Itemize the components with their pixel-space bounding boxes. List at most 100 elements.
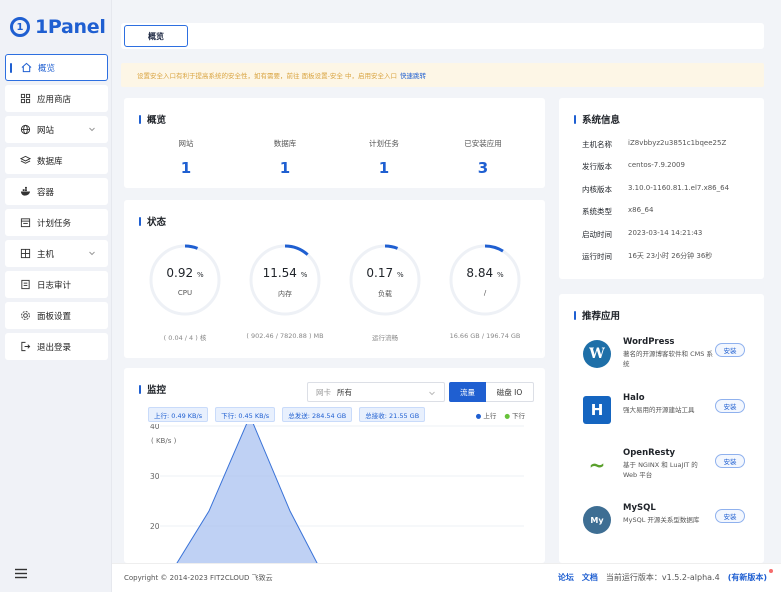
quick-jump-link[interactable]: 快速跳转 bbox=[400, 70, 426, 80]
sidebar: 1 1Panel 概览 应用商店 网站 数据库 容器 计划任务 主机 日志审计 … bbox=[0, 0, 112, 592]
recommended-apps-card: 推荐应用 W WordPress 著名的开源博客软件和 CMS 系统 安装 H … bbox=[559, 294, 764, 563]
logout-icon bbox=[19, 341, 31, 353]
halo-icon: H bbox=[583, 396, 611, 424]
overview-value: 3 bbox=[477, 159, 489, 177]
collapse-menu-icon[interactable] bbox=[14, 568, 28, 579]
recommended-apps-title: 推荐应用 bbox=[574, 308, 620, 322]
sidebar-item-label: 网站 bbox=[37, 125, 55, 136]
sidebar-item-settings[interactable]: 面板设置 bbox=[5, 302, 108, 329]
sidebar-item-label: 概览 bbox=[38, 63, 56, 74]
server-icon bbox=[19, 248, 31, 260]
app-card-halo[interactable]: H Halo 强大易用的开源建站工具 安装 bbox=[579, 393, 755, 443]
chart-legend: 上行 下行 bbox=[476, 410, 525, 420]
traffic-toggle[interactable]: 流量 bbox=[449, 382, 486, 402]
home-icon bbox=[20, 62, 32, 74]
app-desc: 强大易用的开源建站工具 bbox=[623, 406, 695, 414]
gauge-value: 0.92 % bbox=[147, 266, 223, 280]
grid-icon bbox=[19, 93, 31, 105]
app-card-openresty[interactable]: ~ OpenResty 基于 NGINX 和 LuaJIT 的 Web 平台 安… bbox=[579, 448, 755, 498]
legend-upload[interactable]: 上行 bbox=[476, 410, 496, 420]
load-detail: 运行流畅 bbox=[372, 334, 398, 342]
install-button[interactable]: 安装 bbox=[715, 343, 745, 357]
app-desc: 著名的开源博客软件和 CMS 系统 bbox=[623, 350, 713, 368]
new-version-link[interactable]: (有新版本) bbox=[728, 569, 774, 583]
overview-label: 计划任务 bbox=[369, 139, 399, 148]
gauge-label: 负载 bbox=[378, 290, 392, 298]
mysql-icon: My bbox=[583, 506, 611, 534]
overview-database[interactable]: 数据库 1 bbox=[235, 138, 335, 177]
sidebar-item-label: 数据库 bbox=[37, 156, 63, 167]
logo-text: 1Panel bbox=[35, 16, 106, 38]
gauge-unit: % bbox=[300, 271, 308, 279]
sysinfo-boot-time: 启动时间 2023-03-14 14:21:43 bbox=[582, 229, 702, 240]
overview-cron[interactable]: 计划任务 1 bbox=[334, 138, 434, 177]
y-tick-label: 20 bbox=[150, 522, 160, 531]
copyright: Copyright © 2014-2023 FIT2CLOUD 飞致云 bbox=[124, 574, 273, 582]
app-name: OpenResty bbox=[623, 448, 676, 458]
overview-label: 数据库 bbox=[273, 139, 297, 148]
sidebar-item-label: 主机 bbox=[37, 249, 55, 260]
install-button[interactable]: 安装 bbox=[715, 399, 745, 413]
app-card-wordpress[interactable]: W WordPress 著名的开源博客软件和 CMS 系统 安装 bbox=[579, 337, 755, 387]
version-number: v1.5.2-alpha.4 bbox=[661, 573, 720, 582]
logo[interactable]: 1 1Panel bbox=[10, 16, 106, 38]
sidebar-item-label: 容器 bbox=[37, 187, 55, 198]
sysinfo-kernel: 内核版本 3.10.0-1160.81.1.el7.x86_64 bbox=[582, 184, 729, 195]
y-tick-label: 30 bbox=[150, 472, 160, 481]
monitor-toggle: 流量 磁盘 IO bbox=[449, 382, 534, 402]
cpu-detail: ( 0.04 / 4 ) 核 bbox=[163, 334, 207, 342]
cpu-gauge: 0.92 % CPU bbox=[147, 242, 223, 318]
gauge-ring bbox=[349, 244, 421, 316]
tab-overview[interactable]: 概览 bbox=[124, 25, 188, 47]
total-received-chip: 总接收: 21.55 GB bbox=[359, 407, 426, 422]
gauge-ring bbox=[149, 244, 221, 316]
traffic-chart: ( KB/s ) 20 30 40 bbox=[150, 424, 524, 563]
sidebar-item-appstore[interactable]: 应用商店 bbox=[5, 85, 108, 112]
gauge-unit: % bbox=[396, 271, 404, 279]
docker-icon bbox=[19, 186, 31, 198]
nic-select[interactable]: 网卡 所有 bbox=[307, 382, 445, 402]
disk-io-toggle[interactable]: 磁盘 IO bbox=[486, 382, 534, 402]
sysinfo-distro: 发行版本 centos-7.9.2009 bbox=[582, 161, 685, 172]
app-name: MySQL bbox=[623, 503, 656, 513]
overview-value: 1 bbox=[378, 159, 390, 177]
legend-download[interactable]: 下行 bbox=[504, 410, 525, 420]
chevron-down-icon bbox=[89, 127, 95, 132]
total-sent-chip: 总发送: 284.54 GB bbox=[282, 407, 353, 422]
sidebar-item-website[interactable]: 网站 bbox=[5, 116, 108, 143]
install-button[interactable]: 安装 bbox=[715, 454, 745, 468]
chevron-down-icon bbox=[89, 251, 95, 256]
sysinfo-hostname: 主机名称 iZ8vbbyz2u3851c1bqee25Z bbox=[582, 139, 726, 150]
install-button[interactable]: 安装 bbox=[715, 509, 745, 523]
sysinfo-value: x86_64 bbox=[628, 206, 654, 214]
traffic-stats: 上行: 0.49 KB/s 下行: 0.45 KB/s 总发送: 284.54 … bbox=[148, 407, 426, 422]
overview-title: 概览 bbox=[139, 112, 166, 126]
sidebar-item-label: 计划任务 bbox=[37, 218, 72, 229]
version-info: 当前运行版本：v1.5.2-alpha.4 bbox=[606, 572, 720, 583]
sidebar-item-database[interactable]: 数据库 bbox=[5, 147, 108, 174]
app-desc: MySQL 开源关系型数据库 bbox=[623, 516, 700, 524]
overview-apps[interactable]: 已安装应用 3 bbox=[433, 138, 533, 177]
footer-links: 论坛 文档 当前运行版本：v1.5.2-alpha.4 (有新版本) bbox=[558, 569, 774, 583]
layers-icon bbox=[19, 155, 31, 167]
sidebar-item-container[interactable]: 容器 bbox=[5, 178, 108, 205]
footer: Copyright © 2014-2023 FIT2CLOUD 飞致云 论坛 文… bbox=[112, 563, 781, 592]
gauge-label: / bbox=[483, 289, 487, 297]
forum-link[interactable]: 论坛 bbox=[558, 572, 574, 583]
sysinfo-key: 系统类型 bbox=[582, 207, 612, 216]
sysinfo-key: 主机名称 bbox=[582, 140, 612, 149]
sidebar-item-cron[interactable]: 计划任务 bbox=[5, 209, 108, 236]
docs-link[interactable]: 文档 bbox=[582, 572, 598, 583]
sidebar-item-host[interactable]: 主机 bbox=[5, 240, 108, 267]
sidebar-item-logout[interactable]: 退出登录 bbox=[5, 333, 108, 360]
overview-website[interactable]: 网站 1 bbox=[136, 138, 236, 177]
sysinfo-value: 3.10.0-1160.81.1.el7.x86_64 bbox=[628, 184, 730, 192]
sysinfo-value: 2023-03-14 14:21:43 bbox=[628, 229, 703, 237]
app-card-mysql[interactable]: My MySQL MySQL 开源关系型数据库 安装 bbox=[579, 503, 755, 553]
gauge-value: 0.17 % bbox=[347, 266, 423, 280]
memory-gauge: 11.54 % 内存 bbox=[247, 242, 323, 318]
sidebar-item-logs[interactable]: 日志审计 bbox=[5, 271, 108, 298]
gauge-value: 11.54 % bbox=[247, 266, 323, 280]
sidebar-item-overview[interactable]: 概览 bbox=[5, 54, 108, 81]
globe-icon bbox=[19, 124, 31, 136]
